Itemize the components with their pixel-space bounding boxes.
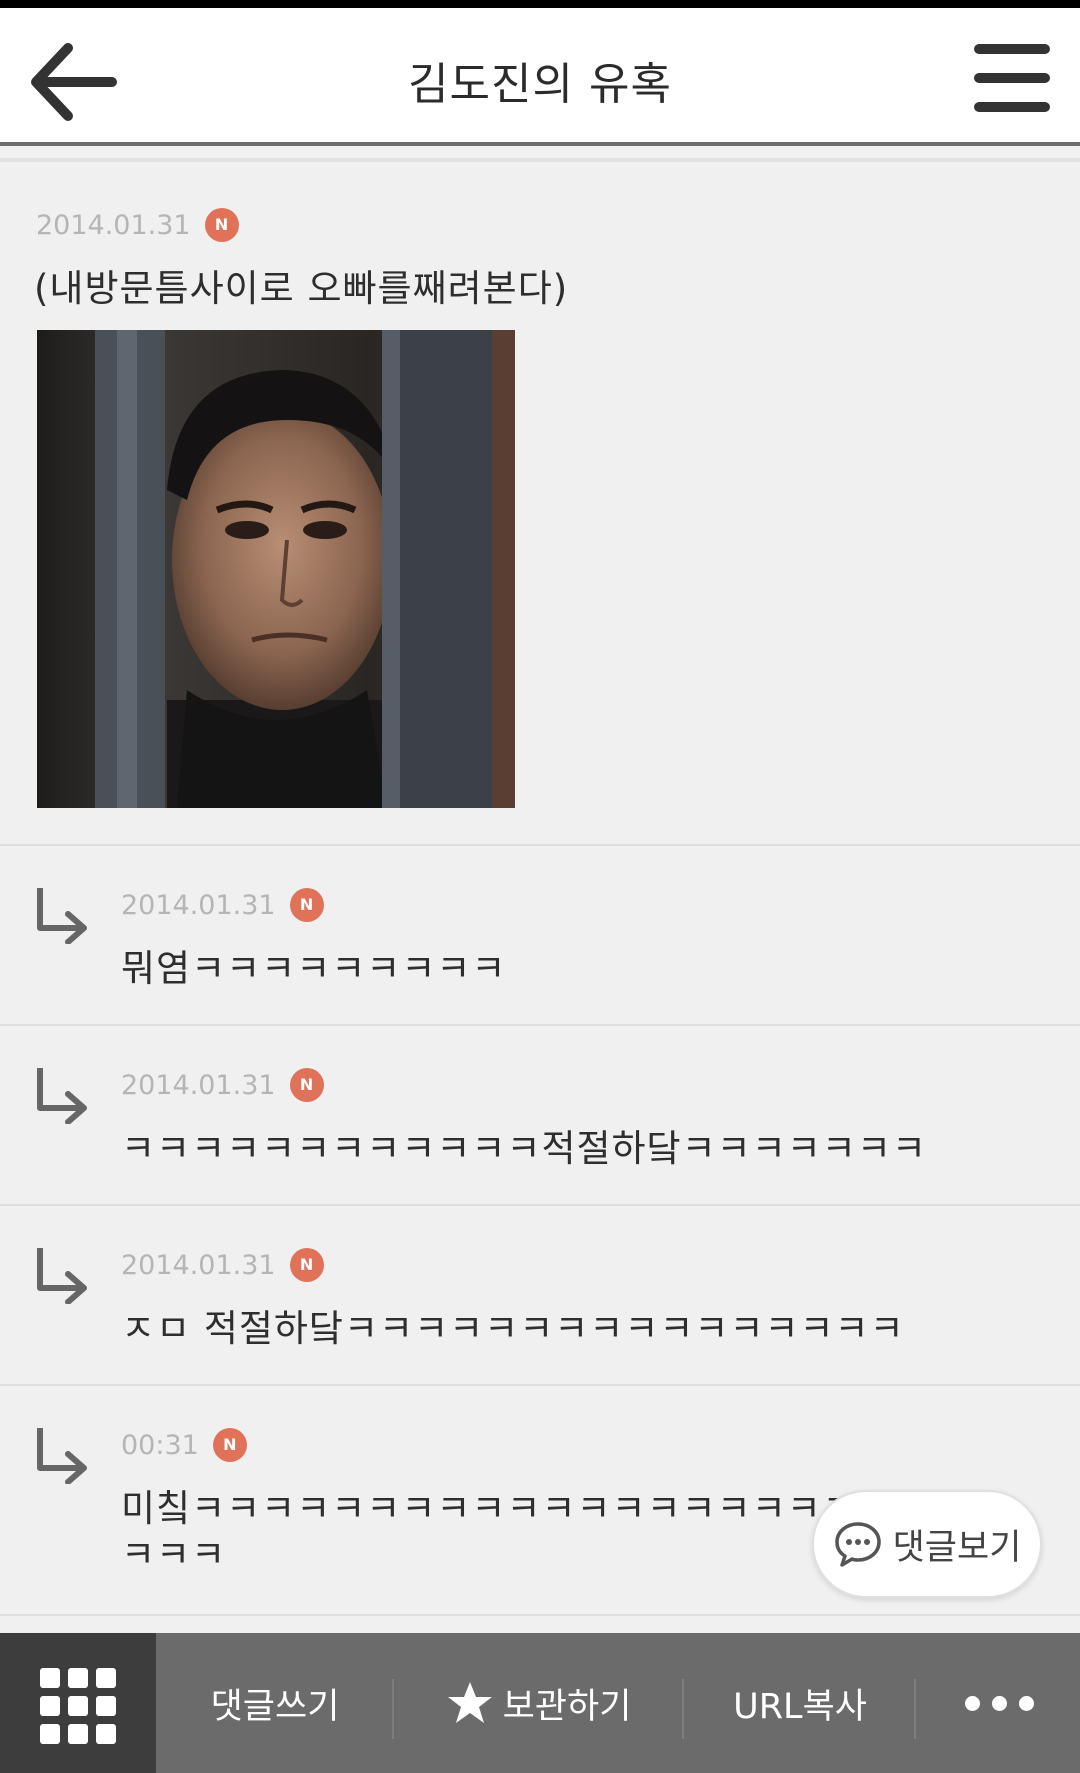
page-title: 김도진의 유혹 [408,59,672,110]
new-badge: N [289,888,324,922]
reply-arrow-icon [37,888,87,944]
grid-icon [40,1668,116,1744]
comment-text: ㅈㅁ 적절하닼ㅋㅋㅋㅋㅋㅋㅋㅋㅋㅋㅋㅋㅋㅋㅋㅋ [121,1307,905,1350]
copy-url-button[interactable]: URL복사 [686,1633,914,1773]
copy-url-label: URL복사 [733,1686,867,1727]
new-badge: N [289,1068,324,1102]
post: 2014.01.31 N (내방문틈사이로 오빠를째려본다) [0,162,1080,846]
post-date: 2014.01.31 [36,209,191,241]
man-behind-door-image [37,330,515,808]
comment-item: 2014.01.31 N ㅈㅁ 적절하닼ㅋㅋㅋㅋㅋㅋㅋㅋㅋㅋㅋㅋㅋㅋㅋㅋ [0,1206,1080,1386]
toolbar-divider [682,1679,684,1739]
view-comments-label: 댓글보기 [892,1527,1022,1568]
menu-button[interactable] [974,44,1052,114]
bottom-toolbar: 댓글쓰기 보관하기 URL복사 [0,1633,1080,1773]
comment-meta: 00:31 N [121,1428,247,1462]
reply-arrow-icon [37,1428,87,1484]
post-text: (내방문틈사이로 오빠를째려본다) [34,267,569,310]
reply-arrow-icon [37,1068,87,1124]
view-comments-button[interactable]: 댓글보기 [812,1490,1042,1598]
post-image[interactable] [37,330,515,808]
save-label: 보관하기 [502,1686,632,1727]
new-badge: N [212,1428,247,1462]
comment-meta: 2014.01.31 N [121,1068,324,1102]
star-icon [447,1682,492,1723]
chat-bubble-icon [834,1522,881,1567]
comment-meta: 2014.01.31 N [121,888,324,922]
comment-item: 2014.01.31 N ㅋㅋㅋㅋㅋㅋㅋㅋㅋㅋㅋㅋ적절하닼ㅋㅋㅋㅋㅋㅋㅋ [0,1026,1080,1206]
comment-text: 뭐염ㅋㅋㅋㅋㅋㅋㅋㅋㅋ [121,947,507,990]
more-dots-icon [959,1695,1040,1711]
comment-item: 2014.01.31 N 뭐염ㅋㅋㅋㅋㅋㅋㅋㅋㅋ [0,846,1080,1026]
app-screen: 김도진의 유혹 2014.01.31 N (내방문틈사이로 오빠를째려본다) 2… [0,0,1080,1773]
new-badge: N [204,208,239,242]
post-meta: 2014.01.31 N [36,208,239,242]
comment-text: ㅋㅋㅋㅋㅋㅋㅋㅋㅋㅋㅋㅋ적절하닼ㅋㅋㅋㅋㅋㅋㅋ [121,1127,927,1170]
header: 김도진의 유혹 [0,8,1080,146]
comment-date: 2014.01.31 [121,1069,276,1101]
reply-arrow-icon [37,1248,87,1304]
hamburger-icon [974,44,1050,54]
toolbar-divider [392,1679,394,1739]
save-button[interactable]: 보관하기 [396,1633,682,1773]
more-button[interactable] [918,1633,1080,1773]
write-comment-label: 댓글쓰기 [210,1686,340,1727]
comment-date: 2014.01.31 [121,1249,276,1281]
hamburger-icon-line [974,73,1050,83]
comment-text-line2: ㅋㅋㅋ [121,1533,227,1576]
toolbar-divider [914,1679,916,1739]
comment-date: 2014.01.31 [121,889,276,921]
write-comment-button[interactable]: 댓글쓰기 [160,1633,390,1773]
status-bar [0,0,1080,8]
comment-date: 00:31 [121,1429,199,1461]
grid-menu-button[interactable] [0,1633,156,1773]
new-badge: N [289,1248,324,1282]
hamburger-icon-line [974,102,1050,112]
comment-meta: 2014.01.31 N [121,1248,324,1282]
